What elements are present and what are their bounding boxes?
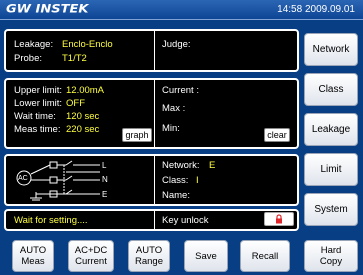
terminal-n-label: N <box>102 175 108 184</box>
title-bar: GW INSTEK 14:58 2009.09.01 <box>0 0 363 20</box>
limit-button[interactable]: Limit <box>304 153 358 186</box>
key-lock-label: Key unlock <box>162 215 209 226</box>
network-label: Network: <box>162 160 200 171</box>
lock-icon <box>276 214 282 224</box>
judge-label: Judge: <box>162 39 191 50</box>
circuit-divider <box>154 156 155 204</box>
leakage-button[interactable]: Leakage <box>304 113 358 146</box>
measurement-panel: Upper limit: 12.00mA Lower limit: OFF Wa… <box>4 78 299 149</box>
acdc-line1: AC+DC <box>74 245 108 256</box>
class-label: Class: <box>162 175 189 186</box>
auto-range-line1: AUTO <box>135 245 163 256</box>
graph-button[interactable]: graph <box>122 128 152 142</box>
info-panel: Leakage: Enclo-Enclo Probe: T1/T2 Judge: <box>4 29 299 72</box>
name-label: Name: <box>162 190 190 201</box>
auto-range-line2: Range <box>135 256 163 267</box>
upper-limit-label: Upper limit: <box>14 85 63 96</box>
min-label: Min: <box>162 123 180 134</box>
auto-meas-button[interactable]: AUTO Meas <box>12 240 54 272</box>
key-lock-button[interactable] <box>264 212 294 226</box>
hard-copy-line2: Copy <box>319 256 343 267</box>
circuit-diagram <box>16 160 100 201</box>
brand-logo: GW INSTEK <box>6 2 89 17</box>
terminal-e-label: E <box>102 190 108 199</box>
network-value: E <box>209 160 216 171</box>
upper-limit-value: 12.00mA <box>66 85 105 96</box>
probe-value: T1/T2 <box>62 53 87 64</box>
class-button[interactable]: Class <box>304 73 358 106</box>
auto-meas-line1: AUTO <box>19 245 47 256</box>
terminal-l-label: L <box>102 161 107 170</box>
ac-source-label: AC <box>18 175 28 182</box>
status-divider <box>154 211 155 229</box>
hard-copy-line1: Hard <box>320 245 342 256</box>
meas-time-label: Meas time: <box>14 124 61 135</box>
circuit-panel: AC L N E Network: E Class: I Name: <box>4 154 299 206</box>
wait-time-value: 120 sec <box>66 111 100 122</box>
meas-time-value: 220 sec <box>66 124 100 135</box>
hard-copy-button[interactable]: Hard Copy <box>304 240 358 272</box>
recall-label: Recall <box>251 250 279 262</box>
leakage-value: Enclo-Enclo <box>62 39 113 50</box>
lower-limit-label: Lower limit: <box>14 98 63 109</box>
probe-label: Probe: <box>14 53 42 64</box>
system-button[interactable]: System <box>304 193 358 226</box>
clear-button[interactable]: clear <box>264 128 290 142</box>
acdc-current-button[interactable]: AC+DC Current <box>68 240 114 272</box>
status-message: Wait for setting.... <box>14 215 88 226</box>
auto-meas-line2: Meas <box>21 256 45 267</box>
max-label: Max : <box>162 103 186 114</box>
leakage-label: Leakage: <box>14 39 54 50</box>
info-divider <box>154 31 155 70</box>
recall-button[interactable]: Recall <box>240 240 290 272</box>
acdc-line2: Current <box>75 256 107 267</box>
lower-limit-value: OFF <box>66 98 85 109</box>
measurement-divider <box>154 80 155 147</box>
network-button[interactable]: Network <box>304 33 358 66</box>
status-panel: Wait for setting.... Key unlock <box>4 209 299 231</box>
current-label: Current : <box>162 85 199 96</box>
auto-range-button[interactable]: AUTO Range <box>128 240 170 272</box>
wait-time-label: Wait time: <box>14 111 56 122</box>
save-label: Save <box>195 250 217 262</box>
save-button[interactable]: Save <box>184 240 228 272</box>
class-value: I <box>196 175 199 186</box>
clock: 14:58 2009.09.01 <box>277 4 355 15</box>
